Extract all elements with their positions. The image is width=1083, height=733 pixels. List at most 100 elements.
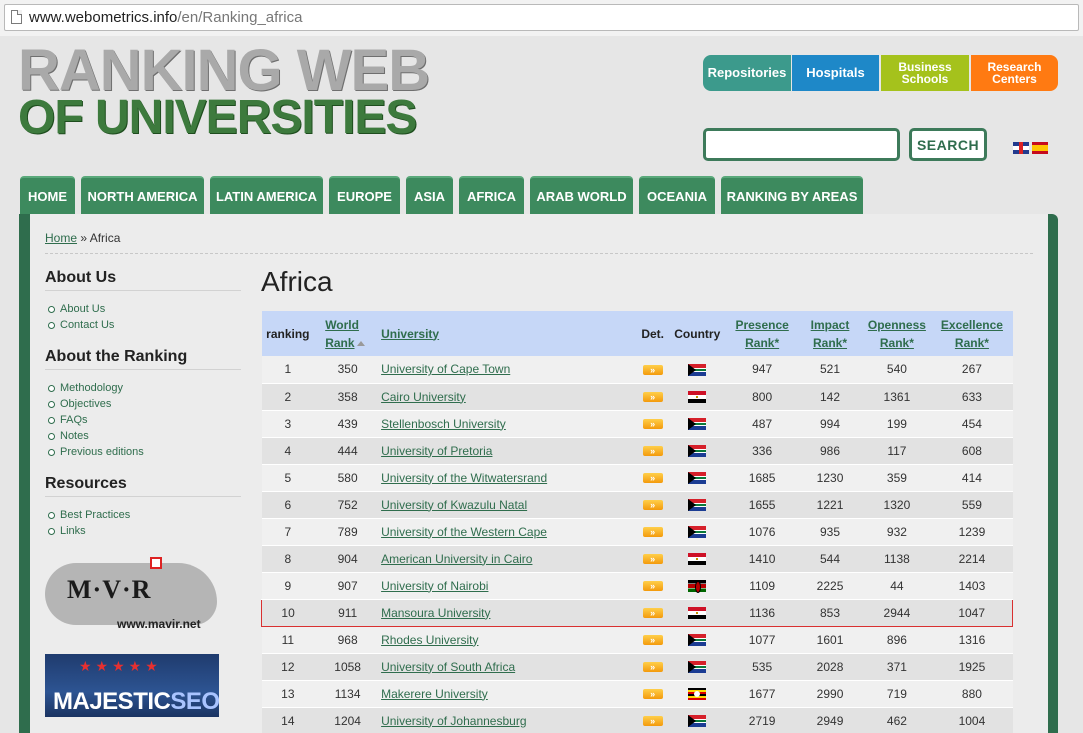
header-presence-rank[interactable]: Presence Rank* <box>727 311 798 356</box>
nav-asia[interactable]: ASIA <box>406 176 453 214</box>
header-impact-link[interactable]: Impact Rank* <box>811 318 850 350</box>
header-world-rank[interactable]: World Rank <box>314 311 381 356</box>
cell-excellence: 1239 <box>931 518 1013 546</box>
nav-arab-world[interactable]: ARAB WORLD <box>530 176 633 214</box>
cell-openness: 1361 <box>862 383 932 411</box>
details-icon[interactable]: » <box>642 419 663 430</box>
sidebar-link-notes[interactable]: Notes <box>48 428 144 444</box>
cell-openness: 896 <box>862 626 932 654</box>
university-link[interactable]: University of Pretoria <box>381 444 492 458</box>
university-link[interactable]: University of South Africa <box>381 660 515 674</box>
cell-excellence: 1316 <box>931 626 1013 654</box>
sidebar-link-contact-us[interactable]: Contact Us <box>48 317 114 333</box>
cell-world-rank: 1134 <box>314 680 382 708</box>
english-flag-icon[interactable] <box>1013 142 1029 154</box>
business-schools-button[interactable]: Business Schools <box>881 55 969 91</box>
header-openness-rank[interactable]: Openness Rank* <box>862 311 931 356</box>
details-icon[interactable]: » <box>642 608 663 619</box>
cell-world-rank: 358 <box>314 383 382 411</box>
cell-impact: 853 <box>797 598 863 627</box>
cell-university: University of Johannesburg <box>381 707 638 733</box>
table-row: 14 1204 University of Johannesburg » 2719 294… <box>261 707 1013 733</box>
university-link[interactable]: Mansoura University <box>381 606 490 620</box>
majestic-seo-banner[interactable]: ★★★★★ MAJESTICSEO <box>45 654 220 717</box>
nav-europe[interactable]: EUROPE <box>329 176 400 214</box>
sidebar-link-best-practices[interactable]: Best Practices <box>48 507 130 523</box>
sidebar-link-previous-editions[interactable]: Previous editions <box>48 444 144 460</box>
details-icon[interactable]: » <box>642 392 663 403</box>
mavir-banner[interactable]: M·V·R www.mavir.net <box>45 557 220 633</box>
details-icon[interactable]: » <box>642 581 663 592</box>
university-link[interactable]: Stellenbosch University <box>381 417 506 431</box>
hospitals-button[interactable]: Hospitals <box>792 55 879 91</box>
site-logo[interactable]: RANKING WEB OF UNIVERSITIES <box>18 42 430 142</box>
url-field[interactable]: www.webometrics.info/en/Ranking_africa <box>4 4 1079 31</box>
nav-latin-america[interactable]: LATIN AMERICA <box>210 176 323 214</box>
cell-world-rank: 904 <box>314 545 382 573</box>
details-icon[interactable]: » <box>642 527 663 538</box>
cell-ranking: 1 <box>261 356 315 384</box>
university-link[interactable]: University of the Western Cape <box>381 525 547 539</box>
header-university-link[interactable]: University <box>381 327 439 341</box>
header-openness-link[interactable]: Openness Rank* <box>868 318 926 350</box>
sidebar-link-methodology[interactable]: Methodology <box>48 380 144 396</box>
details-icon[interactable]: » <box>642 716 663 727</box>
university-link[interactable]: University of the Witwatersrand <box>381 471 547 485</box>
cell-openness: 932 <box>862 518 932 546</box>
table-row: 9 907 University of Nairobi » 1109 2225 44 1403 <box>261 572 1013 600</box>
header-impact-rank[interactable]: Impact Rank* <box>798 311 863 356</box>
breadcrumb-home-link[interactable]: Home <box>45 231 77 245</box>
cell-openness: 117 <box>862 437 932 465</box>
header-world-rank-link[interactable]: World Rank <box>325 318 359 350</box>
cell-ranking: 2 <box>261 383 315 411</box>
table-row: 4 444 University of Pretoria» 336 986 117 608 <box>261 437 1013 465</box>
university-link[interactable]: Makerere University <box>381 687 488 701</box>
cell-ranking: 10 <box>261 598 315 627</box>
cell-openness: 540 <box>862 356 932 384</box>
nav-ranking-by-areas[interactable]: RANKING BY AREAS <box>721 176 863 214</box>
details-icon[interactable]: » <box>642 689 663 700</box>
cell-world-rank: 1058 <box>314 653 382 681</box>
cell-country <box>667 598 727 627</box>
details-icon[interactable]: » <box>642 662 663 673</box>
header-university[interactable]: University <box>381 311 637 356</box>
cell-university: University of the Witwatersrand <box>381 464 638 492</box>
details-icon[interactable]: » <box>642 500 663 511</box>
university-link[interactable]: University of Nairobi <box>381 579 488 593</box>
cell-det: » <box>637 491 668 519</box>
university-link[interactable]: Cairo University <box>381 390 466 404</box>
cell-excellence: 1004 <box>931 707 1013 733</box>
details-icon[interactable]: » <box>642 635 663 646</box>
cell-world-rank: 350 <box>314 356 382 384</box>
nav-north-america[interactable]: NORTH AMERICA <box>81 176 204 214</box>
cell-world-rank: 439 <box>314 410 382 438</box>
header-excellence-link[interactable]: Excellence Rank* <box>941 318 1003 350</box>
nav-oceania[interactable]: OCEANIA <box>639 176 715 214</box>
research-centers-button[interactable]: Research Centers <box>971 55 1058 91</box>
details-icon[interactable]: » <box>642 365 663 376</box>
university-link[interactable]: American University in Cairo <box>381 552 532 566</box>
spanish-flag-icon[interactable] <box>1032 142 1048 154</box>
university-link[interactable]: University of Cape Town <box>381 362 510 376</box>
sidebar-link-about-us[interactable]: About Us <box>48 301 114 317</box>
nav-home[interactable]: HOME <box>20 176 75 214</box>
country-flag-ke-icon <box>688 580 707 594</box>
university-link[interactable]: Rhodes University <box>381 633 478 647</box>
header-presence-link[interactable]: Presence Rank* <box>735 318 788 350</box>
search-button[interactable]: SEARCH <box>909 128 987 161</box>
stars-icon: ★★★★★ <box>79 658 162 674</box>
details-icon[interactable]: » <box>642 473 663 484</box>
details-icon[interactable]: » <box>642 446 663 457</box>
cell-presence: 800 <box>726 383 798 411</box>
sidebar-link-objectives[interactable]: Objectives <box>48 396 144 412</box>
header-excellence-rank[interactable]: Excellence Rank* <box>931 311 1012 356</box>
repositories-button[interactable]: Repositories <box>703 55 791 91</box>
details-icon[interactable]: » <box>642 554 663 565</box>
search-input[interactable] <box>703 128 900 161</box>
nav-africa[interactable]: AFRICA <box>459 176 524 214</box>
country-flag-za-icon <box>688 472 707 485</box>
university-link[interactable]: University of Johannesburg <box>381 714 526 728</box>
sidebar-link-faqs[interactable]: FAQs <box>48 412 144 428</box>
university-link[interactable]: University of Kwazulu Natal <box>381 498 527 512</box>
sidebar-link-links[interactable]: Links <box>48 523 130 539</box>
